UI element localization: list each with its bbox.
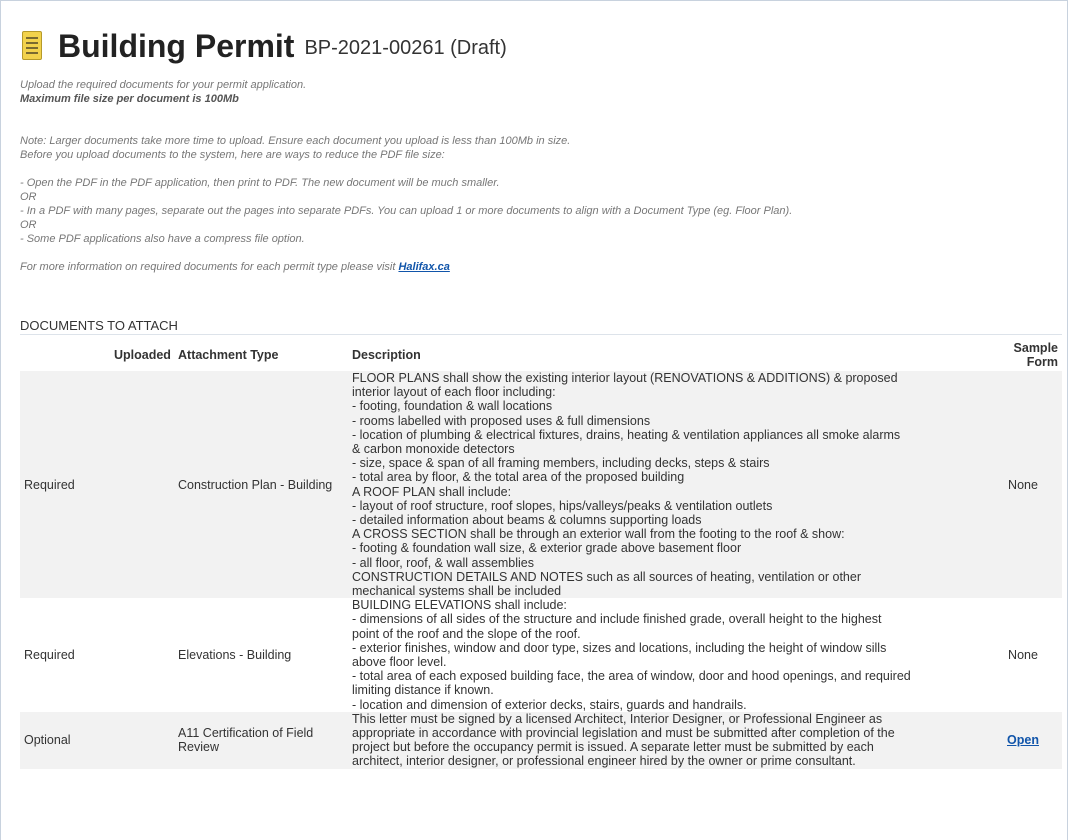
description-line: - rooms labelled with proposed uses & fu… (352, 413, 651, 428)
header-attachment-type: Attachment Type (174, 334, 348, 371)
attachment-type-cell: Construction Plan - Building (174, 371, 348, 599)
upload-instructions: Upload the required documents for your p… (20, 78, 1020, 274)
description-line: - layout of roof structure, roof slopes,… (352, 498, 773, 513)
description-line: CONSTRUCTION DETAILS AND NOTES such as a… (352, 569, 861, 584)
table-header-row: Uploaded Attachment Type Description Sam… (20, 334, 1062, 371)
or-separator: OR (20, 191, 37, 203)
instruction-line: Upload the required documents for your p… (20, 79, 307, 91)
more-info-text: For more information on required documen… (20, 261, 396, 273)
max-size-note: Maximum file size per document is 100Mb (20, 93, 239, 105)
uploaded-cell (110, 371, 174, 599)
section-title: DOCUMENTS TO ATTACH (20, 318, 178, 333)
description-line: point of the roof and the slope of the r… (352, 626, 581, 641)
status-cell: Required (20, 371, 110, 599)
header-status (20, 334, 110, 371)
page-title: Building Permit (58, 27, 295, 64)
uploaded-cell (110, 711, 174, 769)
description-line: above floor level. (352, 655, 447, 670)
more-info-line: For more information on required documen… (20, 260, 1020, 274)
description-cell: BUILDING ELEVATIONS shall include: - dim… (348, 598, 984, 712)
description-line: interior layout of each floor including: (352, 385, 556, 400)
note-line: Note: Larger documents take more time to… (20, 135, 571, 147)
description-line: - size, space & span of all framing memb… (352, 456, 770, 471)
description-line: - all floor, roof, & wall assemblies (352, 555, 535, 570)
attachment-type-cell: A11 Certification of Field Review (174, 711, 348, 769)
status-cell: Optional (20, 711, 110, 769)
description-line: This letter must be signed by a licensed… (352, 711, 883, 726)
description-line: & carbon monoxide detectors (352, 442, 515, 457)
header-sample-form: Sample Form (984, 334, 1062, 371)
description-line: - location of plumbing & electrical fixt… (352, 427, 901, 442)
attachment-type-cell: Elevations - Building (174, 598, 348, 712)
description-line: - footing & foundation wall size, & exte… (352, 541, 742, 556)
sample-form-cell: None (984, 598, 1062, 712)
table-row: Required Construction Plan - Building FL… (20, 371, 1062, 599)
description-line: appropriate in accordance with provincia… (352, 726, 895, 741)
document-icon (20, 30, 44, 62)
tip-line: - Open the PDF in the PDF application, t… (20, 177, 500, 189)
description-line: - detailed information about beams & col… (352, 513, 702, 528)
table-row: Required Elevations - Building BUILDING … (20, 598, 1062, 712)
halifax-link[interactable]: Halifax.ca (398, 261, 449, 273)
description-line: - total area by floor, & the total area … (352, 470, 685, 485)
note-line: Before you upload documents to the syste… (20, 149, 445, 161)
description-line: - location and dimension of exterior dec… (352, 697, 747, 712)
tip-line: - In a PDF with many pages, separate out… (20, 205, 793, 217)
sample-form-cell: None (984, 371, 1062, 599)
documents-table: Uploaded Attachment Type Description Sam… (20, 334, 1062, 769)
or-separator: OR (20, 219, 37, 231)
description-cell: FLOOR PLANS shall show the existing inte… (348, 371, 984, 599)
open-sample-form-link[interactable]: Open (1007, 733, 1039, 747)
uploaded-cell (110, 598, 174, 712)
description-line: limiting distance if known. (352, 683, 494, 698)
description-line: - exterior finishes, window and door typ… (352, 640, 887, 655)
description-line: - dimensions of all sides of the structu… (352, 612, 882, 627)
permit-id: BP-2021-00261 (Draft) (304, 36, 507, 59)
sample-form-cell: Open (984, 711, 1062, 769)
description-line: architect, interior designer, or profess… (352, 754, 856, 769)
description-line: - footing, foundation & wall locations (352, 399, 553, 414)
description-line: FLOOR PLANS shall show the existing inte… (352, 371, 898, 385)
description-cell: This letter must be signed by a licensed… (348, 711, 984, 769)
description-line: mechanical systems shall be included (352, 584, 562, 599)
description-line: - total area of each exposed building fa… (352, 669, 911, 684)
table-row: Optional A11 Certification of Field Revi… (20, 711, 1062, 769)
description-line: BUILDING ELEVATIONS shall include: (352, 598, 567, 613)
description-line: A ROOF PLAN shall include: (352, 484, 512, 499)
page-header: Building Permit BP-2021-00261 (Draft) (20, 26, 507, 66)
tip-line: - Some PDF applications also have a comp… (20, 233, 305, 245)
header-description: Description (348, 334, 984, 371)
status-cell: Required (20, 598, 110, 712)
header-uploaded: Uploaded (110, 334, 174, 371)
description-line: A CROSS SECTION shall be through an exte… (352, 527, 845, 542)
description-line: project but before the occupancy permit … (352, 740, 874, 755)
